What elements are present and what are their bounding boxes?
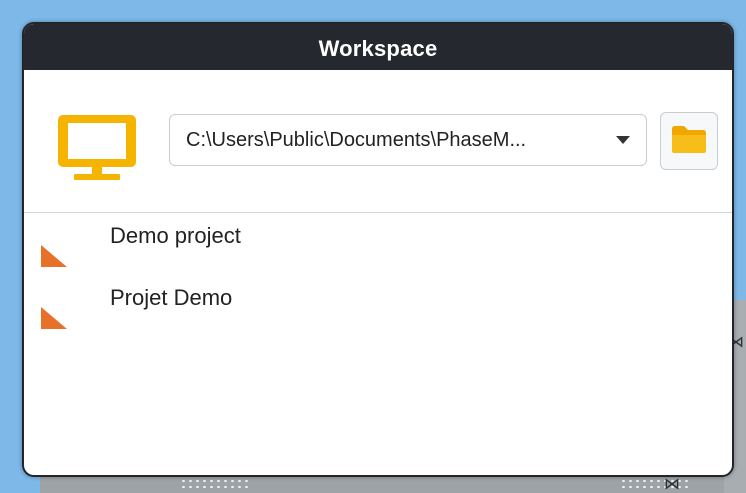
project-list-item[interactable]: Demo project bbox=[24, 213, 732, 273]
caret-down-icon[interactable] bbox=[600, 135, 646, 145]
workspace-path-value: C:\Users\Public\Documents\PhaseM... bbox=[186, 128, 527, 151]
workspace-toolbar: C:\Users\Public\Documents\PhaseM... bbox=[24, 70, 732, 213]
browse-folder-button[interactable] bbox=[660, 112, 718, 170]
project-name: Demo project bbox=[110, 223, 241, 248]
workspace-dialog: Workspace C:\Users\Public\Documents\Phas… bbox=[22, 22, 734, 477]
monitor-icon bbox=[54, 112, 142, 184]
project-corner-icon bbox=[41, 243, 69, 267]
dialog-title: Workspace bbox=[318, 36, 438, 61]
project-list-item[interactable]: Projet Demo bbox=[24, 275, 732, 335]
workspace-path-dropdown[interactable]: C:\Users\Public\Documents\PhaseM... bbox=[169, 114, 647, 166]
project-corner-icon bbox=[41, 305, 69, 329]
folder-icon bbox=[670, 123, 708, 160]
background-pattern bbox=[180, 478, 250, 490]
project-name: Projet Demo bbox=[110, 285, 233, 310]
title-bar[interactable]: Workspace bbox=[24, 24, 732, 70]
project-list: Demo project Projet Demo bbox=[24, 213, 732, 475]
